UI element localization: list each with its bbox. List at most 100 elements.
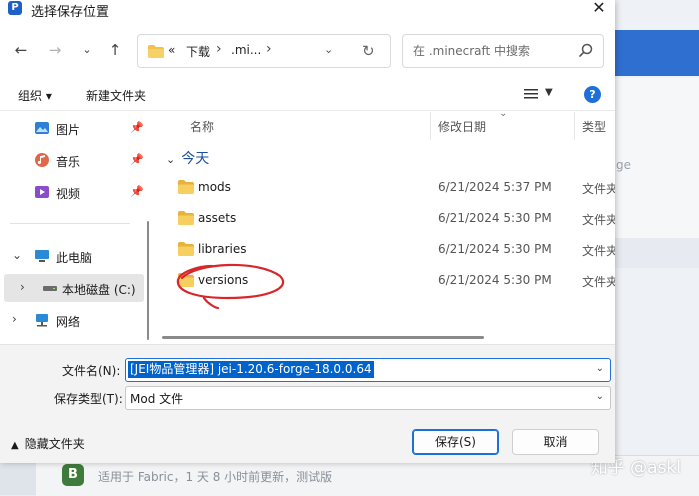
group-header-today[interactable]: ⌄ 今天: [166, 148, 209, 168]
filetype-select[interactable]: Mod 文件 ⌄: [125, 386, 611, 410]
chevron-down-icon[interactable]: ⌄: [324, 43, 333, 56]
sort-caret-icon: ⌄: [499, 112, 508, 119]
sidebar-divider: [10, 223, 130, 224]
view-dropdown-icon[interactable]: ▼: [545, 87, 553, 98]
chevron-up-icon: ▲: [11, 440, 19, 451]
breadcrumb-overflow[interactable]: «: [168, 43, 175, 57]
column-divider[interactable]: [430, 112, 431, 140]
folder-icon: [178, 242, 194, 256]
pin-icon[interactable]: 📌: [130, 121, 144, 134]
view-options-icon[interactable]: [523, 86, 539, 102]
new-folder-button[interactable]: 新建文件夹: [86, 87, 146, 104]
filename-input[interactable]: [JEI物品管理器] jei-1.20.6-forge-18.0.0.64: [128, 361, 374, 378]
filename-field[interactable]: [JEI物品管理器] jei-1.20.6-forge-18.0.0.64 ⌄: [125, 358, 611, 382]
column-header-type[interactable]: 类型: [582, 118, 606, 135]
sidebar-scrollbar[interactable]: [147, 221, 149, 340]
sidebar-item-label: 本地磁盘 (C:): [62, 283, 136, 297]
save-dialog: P 选择保存位置 ✕ ← → ⌄ ↑ « 下载 › .mi... › ⌄ ↻ 在…: [0, 0, 615, 463]
file-name: libraries: [198, 242, 247, 256]
pictures-icon: [35, 122, 49, 134]
save-button[interactable]: 保存(S): [412, 429, 499, 455]
collapse-chevron-icon[interactable]: ⌄: [166, 153, 175, 166]
background-card: [615, 238, 699, 268]
chevron-right-icon[interactable]: ›: [266, 41, 272, 57]
file-type: 文件夹: [582, 213, 615, 227]
file-list: 名称 ⌄ 修改日期 类型 ⌄ 今天 mods 6/21/2024 5:37 PM …: [158, 112, 615, 344]
sidebar-item-label: 视频: [56, 187, 81, 201]
address-bar[interactable]: « 下载 › .mi... › ⌄ ↻: [137, 34, 391, 68]
filetype-value: Mod 文件: [130, 392, 184, 406]
search-icon[interactable]: [577, 42, 595, 60]
back-arrow-icon[interactable]: ←: [12, 41, 30, 59]
expand-chevron-icon[interactable]: ⌄: [12, 248, 22, 262]
file-row[interactable]: versions 6/21/2024 5:30 PM 文件夹: [166, 267, 615, 295]
sidebar-item-this-pc[interactable]: ⌄ 此电脑: [6, 242, 146, 270]
refresh-icon[interactable]: ↻: [362, 42, 375, 60]
file-row[interactable]: libraries 6/21/2024 5:30 PM 文件夹: [166, 236, 615, 264]
file-name: assets: [198, 211, 237, 225]
navigation-bar: ← → ⌄ ↑ « 下载 › .mi... › ⌄ ↻: [0, 30, 615, 70]
pin-icon[interactable]: 📌: [130, 153, 144, 166]
navigation-pane: 图片 📌 音乐 📌 视频 📌 ⌄ 此电脑 › 本地磁盘 (C:) › 网络: [0, 112, 154, 344]
breadcrumb-downloads[interactable]: 下载: [186, 43, 210, 60]
computer-icon: [35, 250, 49, 262]
up-arrow-icon[interactable]: ↑: [106, 41, 124, 59]
column-divider[interactable]: [574, 112, 575, 140]
sidebar-item-label: 音乐: [56, 155, 81, 169]
expand-chevron-icon[interactable]: ›: [12, 312, 17, 326]
horizontal-scrollbar[interactable]: [162, 336, 484, 339]
app-icon: P: [8, 1, 22, 15]
help-icon[interactable]: ?: [584, 86, 601, 103]
sidebar-item-label: 此电脑: [56, 251, 93, 265]
folder-icon: [148, 45, 164, 58]
sidebar-item-music[interactable]: 音乐 📌: [6, 146, 146, 174]
file-row[interactable]: mods 6/21/2024 5:37 PM 文件夹: [166, 174, 615, 202]
file-date: 6/21/2024 5:37 PM: [438, 180, 552, 194]
file-name: mods: [198, 180, 231, 194]
expand-chevron-icon[interactable]: ›: [20, 280, 25, 294]
pin-icon[interactable]: 📌: [130, 185, 144, 198]
sidebar-item-local-disk-c[interactable]: › 本地磁盘 (C:): [4, 274, 144, 302]
column-header-date[interactable]: 修改日期: [438, 118, 486, 135]
hide-folders-label: 隐藏文件夹: [24, 437, 85, 451]
music-icon: [35, 153, 49, 167]
background-card: [615, 168, 699, 239]
chevron-down-icon[interactable]: ⌄: [596, 391, 604, 402]
window-title: 选择保存位置: [31, 5, 110, 20]
organize-button[interactable]: 组织 ▾: [18, 87, 52, 104]
file-date: 6/21/2024 5:30 PM: [438, 273, 552, 287]
title-bar: P 选择保存位置 ✕: [0, 0, 615, 20]
column-header-name[interactable]: 名称: [190, 118, 214, 135]
group-label: 今天: [181, 151, 210, 167]
mod-description: 适用于 Fabric，1 天 8 小时前更新，测试版: [98, 470, 333, 484]
folder-icon: [178, 180, 194, 194]
file-type: 文件夹: [582, 275, 615, 289]
video-icon: [35, 186, 49, 198]
mod-logo-icon: B: [62, 464, 84, 486]
sidebar-item-label: 图片: [56, 123, 81, 137]
save-options-panel: 文件名(N): [JEI物品管理器] jei-1.20.6-forge-18.0…: [0, 344, 615, 463]
file-row[interactable]: assets 6/21/2024 5:30 PM 文件夹: [166, 205, 615, 233]
search-box[interactable]: [402, 34, 604, 68]
network-icon: [36, 314, 48, 327]
chevron-down-icon[interactable]: ⌄: [596, 363, 604, 374]
sidebar-item-network[interactable]: › 网络: [6, 306, 146, 334]
background-card: [615, 78, 699, 169]
file-type: 文件夹: [582, 182, 615, 196]
search-input[interactable]: [411, 41, 575, 61]
close-button[interactable]: ✕: [587, 0, 611, 19]
cancel-button[interactable]: 取消: [512, 429, 599, 455]
sidebar-item-pictures[interactable]: 图片 📌: [6, 114, 146, 142]
filetype-label: 保存类型(T):: [54, 392, 123, 406]
sidebar-item-videos[interactable]: 视频 📌: [6, 178, 146, 206]
folder-icon: [178, 273, 194, 287]
file-name: versions: [198, 273, 249, 287]
recent-locations-chevron-icon[interactable]: ⌄: [78, 41, 96, 59]
filename-label: 文件名(N):: [62, 364, 121, 378]
chevron-right-icon[interactable]: ›: [216, 41, 222, 57]
command-bar: 组织 ▾ 新建文件夹 ▼ ?: [0, 80, 615, 111]
background-header-bar: [615, 30, 699, 76]
hide-folders-toggle[interactable]: ▲ 隐藏文件夹: [11, 435, 85, 452]
breadcrumb-minecraft[interactable]: .mi...: [231, 43, 261, 57]
forward-arrow-icon[interactable]: →: [46, 41, 64, 59]
